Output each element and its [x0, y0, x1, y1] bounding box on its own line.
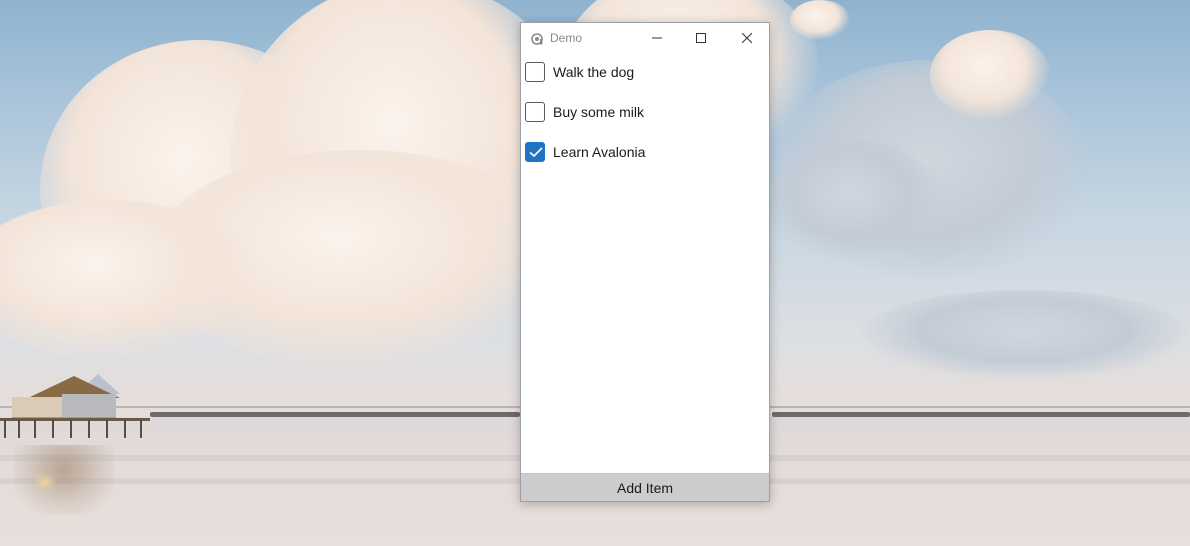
close-button[interactable]	[725, 23, 769, 53]
minimize-button[interactable]	[635, 23, 679, 53]
maximize-button[interactable]	[679, 23, 723, 53]
todo-checkbox-learn-avalonia[interactable]	[525, 142, 545, 162]
list-item: Buy some milk	[525, 101, 765, 141]
todo-checkbox-walk-the-dog[interactable]	[525, 62, 545, 82]
avalonia-logo-icon	[531, 32, 543, 45]
add-item-button[interactable]: Add Item	[521, 473, 769, 501]
close-icon	[742, 33, 752, 43]
window-title: Demo	[550, 31, 583, 45]
todo-list: Walk the dog Buy some milk Learn Avaloni…	[525, 61, 765, 181]
todo-label[interactable]: Walk the dog	[553, 64, 634, 80]
desktop-background: Demo Walk the dog Buy some milk Learn Av…	[0, 0, 1190, 546]
todo-checkbox-buy-some-milk[interactable]	[525, 102, 545, 122]
app-window: Demo Walk the dog Buy some milk Learn Av…	[520, 22, 770, 502]
maximize-icon	[696, 33, 706, 43]
minimize-icon	[652, 37, 662, 39]
todo-label[interactable]: Learn Avalonia	[553, 144, 645, 160]
list-item: Learn Avalonia	[525, 141, 765, 181]
list-item: Walk the dog	[525, 61, 765, 101]
checkmark-icon	[529, 147, 543, 158]
todo-label[interactable]: Buy some milk	[553, 104, 644, 120]
title-bar[interactable]: Demo	[521, 23, 769, 53]
